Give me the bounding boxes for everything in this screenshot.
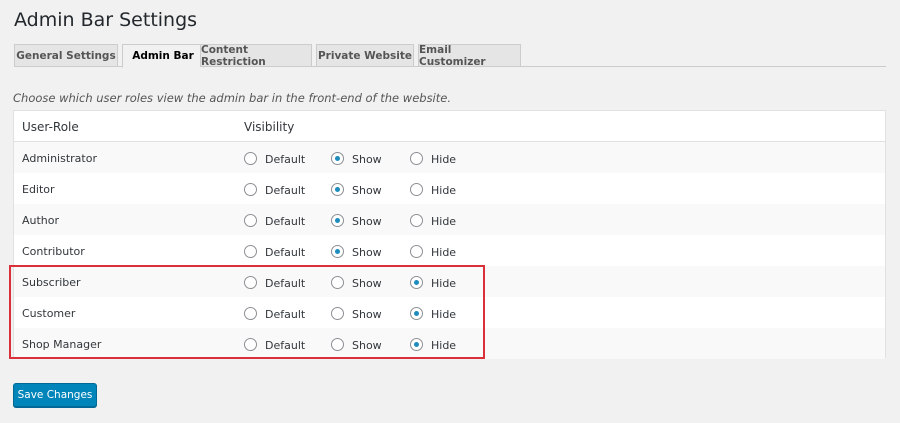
option-label: Show bbox=[352, 276, 382, 290]
table-header: User-Role Visibility bbox=[14, 111, 885, 142]
radio-hide[interactable] bbox=[410, 338, 423, 351]
radio-hide[interactable] bbox=[410, 307, 423, 320]
radio-default[interactable] bbox=[244, 183, 257, 196]
option-hide[interactable]: Hide bbox=[410, 328, 456, 359]
role-name: Shop Manager bbox=[22, 338, 102, 351]
radio-hide[interactable] bbox=[410, 152, 423, 165]
option-hide[interactable]: Hide bbox=[410, 266, 456, 297]
option-label: Default bbox=[265, 276, 306, 290]
option-show[interactable]: Show bbox=[331, 266, 382, 297]
tab-email-customizer[interactable]: Email Customizer bbox=[418, 44, 521, 68]
tab-general-settings[interactable]: General Settings bbox=[14, 44, 118, 67]
option-hide[interactable]: Hide bbox=[410, 173, 456, 204]
radio-show[interactable] bbox=[331, 245, 344, 258]
radio-default[interactable] bbox=[244, 307, 257, 320]
intro-text: Choose which user roles view the admin b… bbox=[13, 91, 451, 105]
settings-tabs: General Settings Admin Bar Content Restr… bbox=[14, 44, 886, 68]
option-label: Show bbox=[352, 183, 382, 197]
option-label: Hide bbox=[431, 183, 457, 197]
option-show[interactable]: Show bbox=[331, 235, 382, 266]
option-default[interactable]: Default bbox=[244, 235, 305, 266]
option-label: Hide bbox=[431, 276, 457, 290]
option-label: Show bbox=[352, 338, 382, 352]
option-label: Default bbox=[265, 245, 306, 259]
radio-hide[interactable] bbox=[410, 183, 423, 196]
option-label: Show bbox=[352, 152, 382, 166]
role-name: Administrator bbox=[22, 152, 97, 165]
option-show[interactable]: Show bbox=[331, 297, 382, 328]
option-label: Hide bbox=[431, 152, 457, 166]
radio-show[interactable] bbox=[331, 307, 344, 320]
option-label: Hide bbox=[431, 214, 457, 228]
table-row: Editor Default Show Hide bbox=[14, 173, 885, 204]
tab-admin-bar[interactable]: Admin Bar bbox=[122, 44, 204, 68]
table-row: Author Default Show Hide bbox=[14, 204, 885, 235]
radio-hide[interactable] bbox=[410, 214, 423, 227]
table-row: Subscriber Default Show Hide bbox=[14, 266, 885, 297]
option-hide[interactable]: Hide bbox=[410, 204, 456, 235]
option-label: Show bbox=[352, 245, 382, 259]
save-changes-button[interactable]: Save Changes bbox=[13, 383, 97, 407]
option-show[interactable]: Show bbox=[331, 328, 382, 359]
table-row: Customer Default Show Hide bbox=[14, 297, 885, 328]
option-hide[interactable]: Hide bbox=[410, 235, 456, 266]
radio-show[interactable] bbox=[331, 183, 344, 196]
radio-default[interactable] bbox=[244, 338, 257, 351]
option-label: Default bbox=[265, 338, 306, 352]
radio-show[interactable] bbox=[331, 276, 344, 289]
option-default[interactable]: Default bbox=[244, 204, 305, 235]
option-label: Show bbox=[352, 307, 382, 321]
option-show[interactable]: Show bbox=[331, 204, 382, 235]
option-hide[interactable]: Hide bbox=[410, 297, 456, 328]
page-title: Admin Bar Settings bbox=[14, 9, 198, 31]
radio-default[interactable] bbox=[244, 214, 257, 227]
option-label: Hide bbox=[431, 245, 457, 259]
role-name: Author bbox=[22, 214, 60, 227]
option-label: Default bbox=[265, 152, 306, 166]
role-name: Contributor bbox=[22, 245, 85, 258]
option-label: Show bbox=[352, 214, 382, 228]
table-row: Shop Manager Default Show Hide bbox=[14, 328, 885, 359]
option-show[interactable]: Show bbox=[331, 173, 382, 204]
radio-show[interactable] bbox=[331, 214, 344, 227]
option-label: Hide bbox=[431, 307, 457, 321]
tab-private-website[interactable]: Private Website bbox=[316, 44, 414, 67]
header-user-role: User-Role bbox=[22, 120, 79, 134]
option-default[interactable]: Default bbox=[244, 173, 305, 204]
option-label: Hide bbox=[431, 338, 457, 352]
radio-default[interactable] bbox=[244, 276, 257, 289]
tab-content-restriction[interactable]: Content Restriction bbox=[200, 44, 312, 68]
radio-hide[interactable] bbox=[410, 276, 423, 289]
option-hide[interactable]: Hide bbox=[410, 142, 456, 173]
option-label: Default bbox=[265, 307, 306, 321]
roles-table: User-Role Visibility Administrator Defaul… bbox=[13, 110, 886, 359]
radio-hide[interactable] bbox=[410, 245, 423, 258]
radio-default[interactable] bbox=[244, 152, 257, 165]
radio-default[interactable] bbox=[244, 245, 257, 258]
option-default[interactable]: Default bbox=[244, 142, 305, 173]
option-show[interactable]: Show bbox=[331, 142, 382, 173]
radio-show[interactable] bbox=[331, 152, 344, 165]
header-visibility: Visibility bbox=[244, 120, 295, 134]
table-row: Contributor Default Show Hide bbox=[14, 235, 885, 266]
option-default[interactable]: Default bbox=[244, 297, 305, 328]
role-name: Editor bbox=[22, 183, 55, 196]
option-default[interactable]: Default bbox=[244, 266, 305, 297]
option-label: Default bbox=[265, 183, 306, 197]
option-default[interactable]: Default bbox=[244, 328, 305, 359]
table-row: Administrator Default Show Hide bbox=[14, 142, 885, 173]
role-name: Customer bbox=[22, 307, 76, 320]
radio-show[interactable] bbox=[331, 338, 344, 351]
option-label: Default bbox=[265, 214, 306, 228]
role-name: Subscriber bbox=[22, 276, 81, 289]
